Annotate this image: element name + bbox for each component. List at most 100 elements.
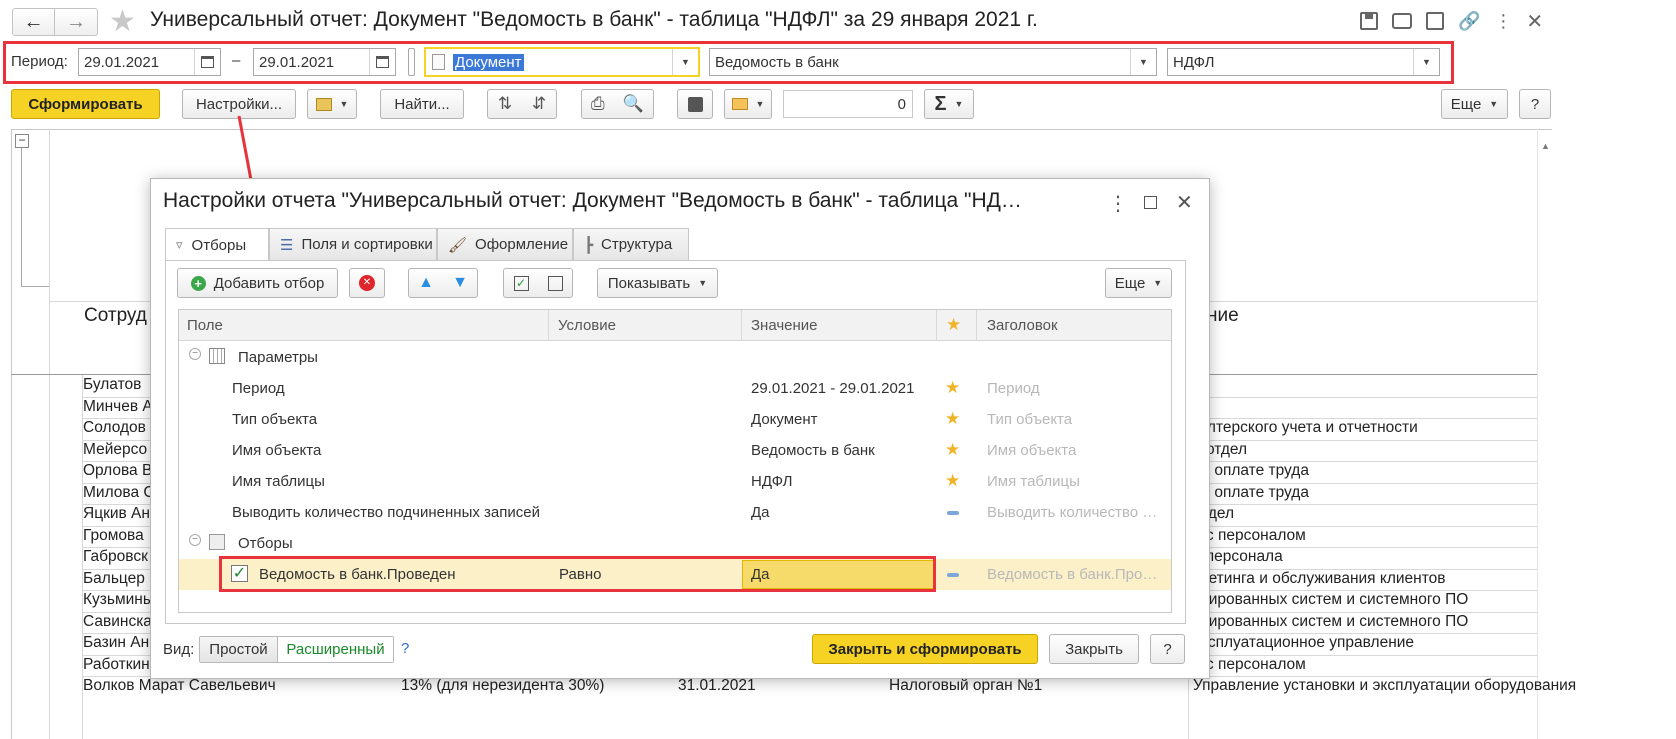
delete-button[interactable]: ✕ bbox=[349, 268, 385, 298]
generate-button[interactable]: Сформировать bbox=[11, 89, 160, 119]
print-group: ⎙ 🔍 bbox=[581, 89, 654, 119]
link-icon[interactable]: 🔗 bbox=[1458, 11, 1480, 32]
table-name-field[interactable]: НДФЛ ▼ bbox=[1167, 48, 1440, 76]
add-filter-button[interactable]: + Добавить отбор bbox=[177, 268, 338, 298]
object-name-field[interactable]: Ведомость в банк ▼ bbox=[709, 48, 1157, 76]
table-row[interactable]: Имя таблицы НДФЛ ★ Имя таблицы bbox=[179, 466, 1171, 497]
back-arrow-icon[interactable]: ← bbox=[13, 9, 56, 35]
delete-circle-icon: ✕ bbox=[359, 275, 375, 291]
dialog-close-icon[interactable]: ✕ bbox=[1176, 190, 1193, 215]
object-type-field[interactable]: Документ ▼ bbox=[424, 47, 700, 77]
email-button[interactable]: ▼ bbox=[724, 89, 772, 119]
tab-fields-sorting[interactable]: ☰ Поля и сортировки bbox=[269, 228, 437, 260]
report-scrollbar[interactable]: ▲ bbox=[1537, 129, 1552, 739]
column-header-field[interactable]: Поле bbox=[187, 317, 223, 334]
row-title: Выводить количество … bbox=[987, 504, 1158, 521]
table-row[interactable]: Период 29.01.2021 - 29.01.2021 ★ Период bbox=[179, 373, 1171, 404]
sort-descending-icon[interactable]: ⇵ bbox=[532, 94, 546, 114]
chevron-down-icon[interactable]: ▼ bbox=[1413, 49, 1439, 75]
table-row: Работкин bbox=[83, 655, 150, 673]
table-row[interactable]: Выводить количество подчиненных записей … bbox=[179, 497, 1171, 528]
scroll-up-icon[interactable]: ▲ bbox=[1541, 141, 1550, 151]
structure-icon: ┣ bbox=[584, 236, 594, 254]
arrow-up-icon[interactable]: ▲ bbox=[418, 274, 434, 292]
move-group: ▲ ▼ bbox=[408, 268, 478, 298]
add-filter-label: Добавить отбор bbox=[213, 274, 325, 292]
check-all-icon[interactable]: ✓ bbox=[513, 275, 529, 291]
forward-arrow-icon[interactable]: → bbox=[55, 9, 97, 35]
column-header-condition[interactable]: Условие bbox=[558, 317, 616, 334]
dialog-help-button[interactable]: ? bbox=[1150, 634, 1185, 664]
collapse-group-icon[interactable]: − bbox=[15, 134, 29, 148]
calendar-icon[interactable] bbox=[369, 49, 395, 75]
more-vertical-icon[interactable]: ⋮ bbox=[1494, 11, 1512, 32]
group-row-params[interactable]: − Параметры bbox=[179, 342, 1171, 373]
row-title: Имя таблицы bbox=[987, 473, 1080, 490]
find-button[interactable]: Найти... bbox=[380, 89, 464, 119]
sum-button[interactable]: Σ ▼ bbox=[924, 89, 974, 119]
amount-value: 0 bbox=[897, 95, 906, 113]
filters-group-icon bbox=[209, 534, 225, 550]
period-choice-button[interactable] bbox=[408, 48, 415, 76]
sort-ascending-icon[interactable]: ⇅ bbox=[498, 94, 512, 114]
star-icon[interactable]: ★ bbox=[945, 378, 960, 398]
group-row-filters[interactable]: − Отборы bbox=[179, 528, 1171, 559]
save-icon[interactable] bbox=[1360, 12, 1378, 30]
title-actions: 🔗 ⋮ ✕ bbox=[1360, 9, 1550, 34]
dialog-help-label: ? bbox=[1163, 640, 1172, 658]
star-icon[interactable]: ★ bbox=[945, 440, 960, 460]
close-button[interactable]: Закрыть bbox=[1049, 634, 1139, 664]
column-header-star-icon[interactable]: ★ bbox=[946, 315, 961, 335]
close-and-generate-button[interactable]: Закрыть и сформировать bbox=[812, 634, 1038, 664]
table-row[interactable]: Имя объекта Ведомость в банк ★ Имя объек… bbox=[179, 435, 1171, 466]
chevron-down-icon[interactable]: ▼ bbox=[672, 49, 698, 75]
table-row: Управление установки и эксплуатации обор… bbox=[1193, 677, 1577, 694]
calendar-icon[interactable] bbox=[194, 49, 220, 75]
close-window-icon[interactable]: ✕ bbox=[1526, 9, 1543, 34]
dialog-title: Настройки отчета "Универсальный отчет: Д… bbox=[163, 189, 1022, 212]
arrow-down-icon[interactable]: ▼ bbox=[452, 274, 468, 292]
dialog-more-label: Еще bbox=[1114, 274, 1146, 292]
table-row: Милова С bbox=[83, 483, 155, 501]
view-simple-button[interactable]: Простой bbox=[200, 637, 278, 662]
tab-filters[interactable]: ▿ Отборы bbox=[165, 228, 269, 261]
tab-appearance[interactable]: 🖌 Оформление bbox=[437, 228, 573, 260]
star-icon[interactable]: ★ bbox=[945, 409, 960, 429]
show-dropdown-button[interactable]: Показывать ▼ bbox=[597, 268, 718, 298]
star-icon[interactable]: ★ bbox=[945, 471, 960, 491]
more-button[interactable]: Еще ▼ bbox=[1441, 89, 1508, 119]
column-header-title[interactable]: Заголовок bbox=[987, 317, 1058, 334]
variants-button[interactable]: ▼ bbox=[307, 89, 357, 119]
dialog-more-button[interactable]: Еще ▼ bbox=[1105, 268, 1172, 298]
date-to-field[interactable]: 29.01.2021 bbox=[253, 48, 396, 76]
print-icon[interactable] bbox=[1392, 13, 1412, 29]
chevron-down-icon[interactable]: ▼ bbox=[1130, 49, 1156, 75]
collapse-icon[interactable]: − bbox=[189, 534, 201, 546]
dash-icon[interactable] bbox=[947, 573, 959, 577]
tab-structure[interactable]: ┣ Структура bbox=[573, 228, 689, 260]
amount-field[interactable]: 0 bbox=[783, 90, 913, 118]
print-icon[interactable]: ⎙ bbox=[591, 94, 605, 114]
collapse-icon[interactable]: − bbox=[189, 348, 201, 360]
date-from-field[interactable]: 29.01.2021 bbox=[78, 48, 221, 76]
preview-icon[interactable] bbox=[1426, 12, 1444, 30]
find-label: Найти... bbox=[394, 95, 450, 113]
group-label: Отборы bbox=[238, 535, 293, 552]
view-help-link[interactable]: ? bbox=[401, 640, 409, 657]
column-header-value[interactable]: Значение bbox=[751, 317, 818, 334]
favorite-star-icon[interactable]: ★ bbox=[109, 4, 136, 39]
row-field: Период bbox=[232, 380, 285, 397]
columns-icon: ☰ bbox=[280, 236, 294, 254]
help-button[interactable]: ? bbox=[1519, 89, 1551, 119]
table-row[interactable]: Тип объекта Документ ★ Тип объекта bbox=[179, 404, 1171, 435]
date-dash: – bbox=[232, 52, 241, 69]
dialog-more-icon[interactable]: ⋮ bbox=[1108, 191, 1128, 216]
table-row: Яцкив Ан bbox=[83, 505, 150, 522]
preview-icon[interactable]: 🔍 bbox=[623, 94, 644, 114]
save-button[interactable] bbox=[677, 89, 713, 119]
dash-icon[interactable] bbox=[947, 511, 959, 515]
uncheck-all-icon[interactable] bbox=[547, 275, 563, 291]
dialog-maximize-icon[interactable] bbox=[1144, 196, 1157, 209]
view-extended-button[interactable]: Расширенный bbox=[278, 637, 393, 662]
table-row: Бальцер bbox=[83, 569, 145, 587]
